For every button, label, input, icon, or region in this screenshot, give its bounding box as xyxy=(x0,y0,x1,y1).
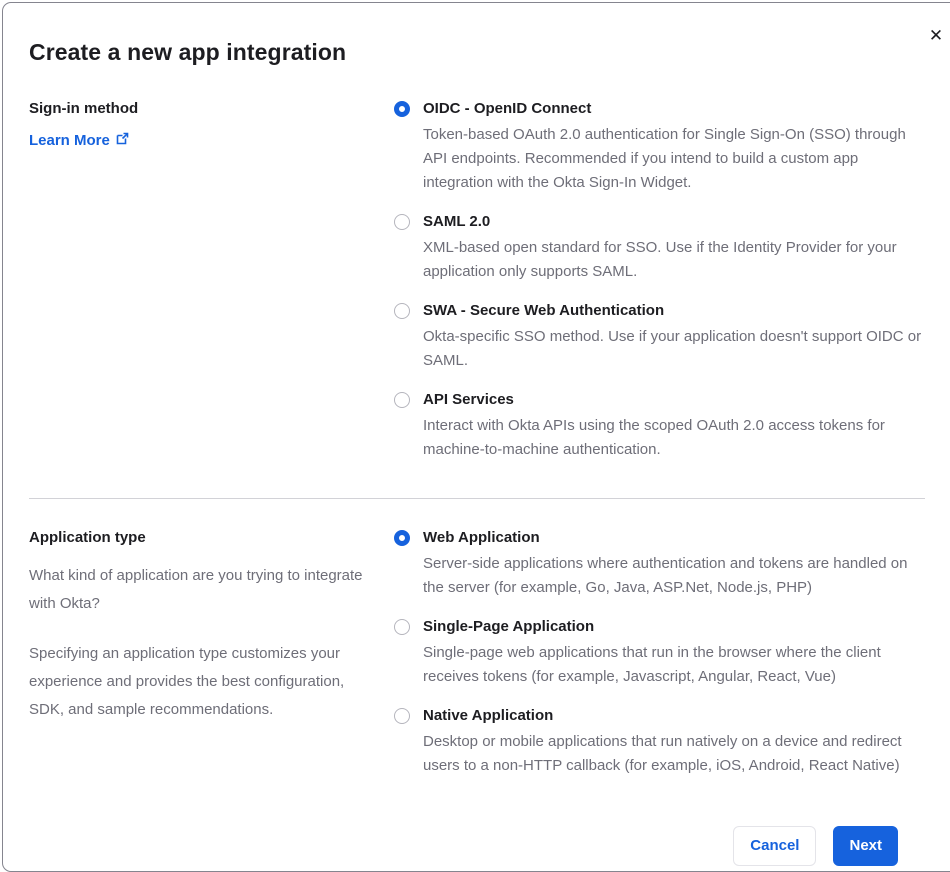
option-swa-description: Okta-specific SSO method. Use if your ap… xyxy=(423,328,922,369)
option-api-services-description: Interact with Okta APIs using the scoped… xyxy=(423,417,885,458)
apptype-description-2: Specifying an application type customize… xyxy=(29,645,345,718)
option-native-application-label: Native Application xyxy=(423,707,554,724)
option-saml-description: XML-based open standard for SSO. Use if … xyxy=(423,239,897,280)
option-web-application-label: Web Application xyxy=(423,529,540,546)
learn-more-label: Learn More xyxy=(29,132,110,149)
option-oidc-description: Token-based OAuth 2.0 authentication for… xyxy=(423,126,906,191)
create-app-integration-modal: ✕ Create a new app integration Sign-in m… xyxy=(2,2,950,872)
option-api-services-text: API Services Interact with Okta APIs usi… xyxy=(423,389,928,462)
option-web-application-text: Web Application Server-side applications… xyxy=(423,527,928,600)
radio-button-saml[interactable] xyxy=(394,214,410,230)
option-web-application[interactable]: Web Application Server-side applications… xyxy=(394,527,931,600)
apptype-description-1: What kind of application are you trying … xyxy=(29,567,363,612)
external-link-icon xyxy=(116,132,129,149)
apptype-options: Web Application Server-side applications… xyxy=(394,527,931,794)
radio-button-api-services[interactable] xyxy=(394,392,410,408)
radio-button-web-application[interactable] xyxy=(394,530,410,546)
application-type-heading: Application type xyxy=(29,529,146,546)
learn-more-link[interactable]: Learn More xyxy=(29,132,129,149)
option-oidc-label: OIDC - OpenID Connect xyxy=(423,100,592,117)
option-api-services-label: API Services xyxy=(423,391,514,408)
option-native-application-description: Desktop or mobile applications that run … xyxy=(423,733,902,774)
signin-left-column: Sign-in method Learn More xyxy=(29,98,366,478)
modal-title: Create a new app integration xyxy=(29,39,347,65)
option-oidc-text: OIDC - OpenID Connect Token-based OAuth … xyxy=(423,98,928,195)
option-saml-text: SAML 2.0 XML-based open standard for SSO… xyxy=(423,211,928,284)
radio-button-spa[interactable] xyxy=(394,619,410,635)
modal-footer: Cancel Next xyxy=(29,794,949,866)
option-native-application[interactable]: Native Application Desktop or mobile app… xyxy=(394,705,931,778)
option-swa[interactable]: SWA - Secure Web Authentication Okta-spe… xyxy=(394,300,931,373)
radio-button-swa[interactable] xyxy=(394,303,410,319)
next-button[interactable]: Next xyxy=(833,826,898,866)
signin-options: OIDC - OpenID Connect Token-based OAuth … xyxy=(394,98,931,478)
signin-method-heading: Sign-in method xyxy=(29,100,139,117)
option-oidc[interactable]: OIDC - OpenID Connect Token-based OAuth … xyxy=(394,98,931,195)
option-swa-text: SWA - Secure Web Authentication Okta-spe… xyxy=(423,300,928,373)
option-saml[interactable]: SAML 2.0 XML-based open standard for SSO… xyxy=(394,211,931,284)
section-divider xyxy=(29,498,925,499)
option-native-application-text: Native Application Desktop or mobile app… xyxy=(423,705,928,778)
option-web-application-description: Server-side applications where authentic… xyxy=(423,555,908,596)
application-type-section: Application type What kind of applicatio… xyxy=(29,527,949,794)
radio-button-oidc[interactable] xyxy=(394,101,410,117)
option-spa[interactable]: Single-Page Application Single-page web … xyxy=(394,616,931,689)
apptype-left-column: Application type What kind of applicatio… xyxy=(29,527,366,794)
modal-content: Create a new app integration Sign-in met… xyxy=(3,3,949,866)
option-saml-label: SAML 2.0 xyxy=(423,213,491,230)
option-spa-text: Single-Page Application Single-page web … xyxy=(423,616,928,689)
radio-button-native-application[interactable] xyxy=(394,708,410,724)
option-api-services[interactable]: API Services Interact with Okta APIs usi… xyxy=(394,389,931,462)
signin-method-section: Sign-in method Learn More OIDC - OpenID … xyxy=(29,98,949,478)
cancel-button[interactable]: Cancel xyxy=(733,826,817,866)
option-spa-description: Single-page web applications that run in… xyxy=(423,644,881,685)
option-swa-label: SWA - Secure Web Authentication xyxy=(423,302,665,319)
option-spa-label: Single-Page Application xyxy=(423,618,595,635)
